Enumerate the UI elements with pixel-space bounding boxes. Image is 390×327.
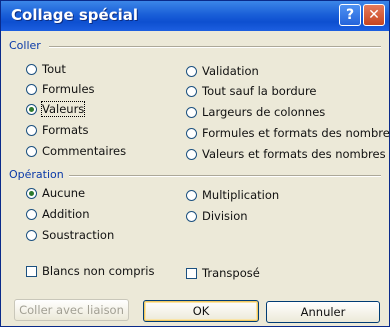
radio-icon <box>26 208 37 220</box>
operation-divide-radio[interactable]: Division <box>186 208 248 224</box>
dialog-title: Collage spécial <box>11 6 138 24</box>
radio-icon <box>186 189 197 201</box>
checkbox-icon <box>186 267 197 279</box>
help-button[interactable]: ? <box>339 4 361 26</box>
paste-formulas-radio[interactable]: Formules <box>26 81 95 97</box>
radio-icon <box>26 229 37 241</box>
radio-icon <box>186 210 197 222</box>
radio-icon <box>186 148 197 160</box>
paste-link-button[interactable]: Coller avec liaison <box>14 299 129 321</box>
operation-multiply-radio[interactable]: Multiplication <box>186 187 279 203</box>
operation-none-radio[interactable]: Aucune <box>26 185 85 201</box>
close-button[interactable]: ✕ <box>363 4 385 26</box>
checkbox-icon <box>26 265 37 277</box>
radio-icon <box>186 65 197 77</box>
radio-icon <box>186 127 197 139</box>
operation-add-radio[interactable]: Addition <box>26 206 90 222</box>
radio-selected-icon <box>26 103 37 115</box>
ok-button[interactable]: OK <box>143 300 259 322</box>
cancel-button[interactable]: Annuler <box>266 301 380 323</box>
paste-formats-radio[interactable]: Formats <box>26 122 89 138</box>
radio-icon <box>26 63 37 75</box>
paste-section-label: Coller <box>9 39 41 52</box>
paste-values-radio[interactable]: Valeurs <box>26 101 86 117</box>
paste-all-except-borders-radio[interactable]: Tout sauf la bordure <box>186 83 317 99</box>
radio-icon <box>186 106 197 118</box>
radio-selected-icon <box>26 187 37 199</box>
paste-special-dialog: Collage spécial ? ✕ Coller Tout Formules… <box>0 0 390 327</box>
paste-values-number-formats-radio[interactable]: Valeurs et formats des nombres <box>186 146 386 162</box>
operation-subtract-radio[interactable]: Soustraction <box>26 227 114 243</box>
operation-section-label: Opération <box>9 168 64 181</box>
paste-formulas-number-formats-radio[interactable]: Formules et formats des nombres <box>186 125 390 141</box>
paste-comments-radio[interactable]: Commentaires <box>26 143 126 159</box>
radio-icon <box>186 85 197 97</box>
operation-section-divider <box>69 175 381 177</box>
transpose-checkbox[interactable]: Transposé <box>186 265 260 281</box>
paste-section-divider <box>49 46 381 48</box>
radio-icon <box>26 124 37 136</box>
radio-icon <box>26 83 37 95</box>
paste-column-widths-radio[interactable]: Largeurs de colonnes <box>186 104 325 120</box>
radio-icon <box>26 145 37 157</box>
skip-blanks-checkbox[interactable]: Blancs non compris <box>26 263 154 279</box>
paste-validation-radio[interactable]: Validation <box>186 63 259 79</box>
title-bar: Collage spécial ? ✕ <box>1 1 389 31</box>
paste-all-radio[interactable]: Tout <box>26 61 66 77</box>
